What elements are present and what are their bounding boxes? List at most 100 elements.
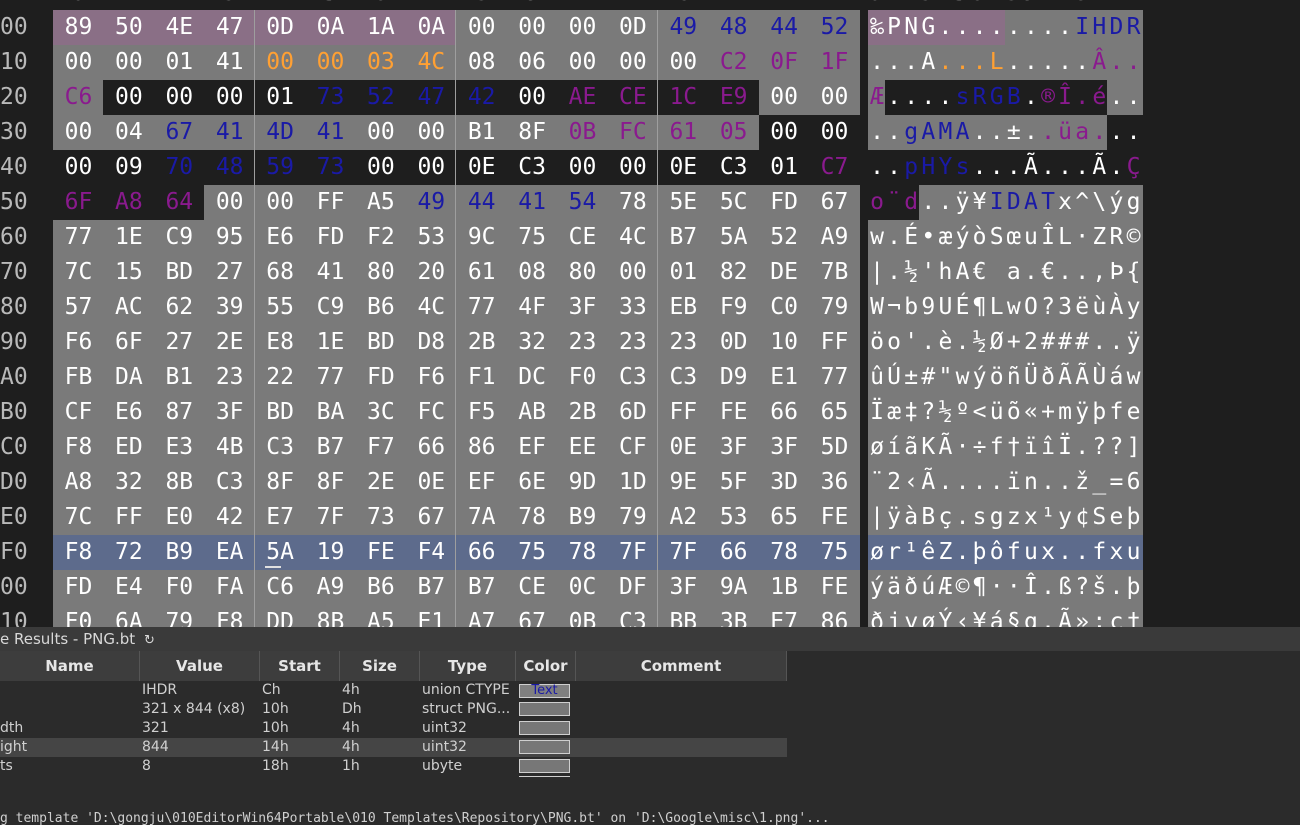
hex-byte[interactable]: EA — [204, 535, 256, 570]
ascii-char[interactable]: € — [1039, 255, 1057, 290]
ascii-char[interactable]: ? — [919, 395, 938, 430]
ascii-char[interactable]: . — [1073, 535, 1092, 570]
ascii-char[interactable]: . — [953, 465, 972, 500]
hex-byte[interactable]: C3 — [204, 465, 256, 500]
column-header-name[interactable]: Name — [0, 651, 140, 681]
hex-byte[interactable]: 78 — [557, 535, 608, 570]
hex-byte[interactable]: 3C — [355, 395, 407, 430]
ascii-char[interactable]: ò — [970, 220, 989, 255]
hex-byte[interactable]: FF — [657, 395, 709, 430]
hex-byte[interactable]: 00 — [657, 45, 709, 80]
hex-byte[interactable]: BD — [355, 325, 407, 360]
hex-byte[interactable]: 3F — [204, 395, 256, 430]
hex-byte[interactable]: C2 — [708, 45, 760, 80]
ascii-char[interactable]: Ï — [1056, 430, 1075, 465]
ascii-char[interactable]: † — [1124, 605, 1143, 627]
hex-byte[interactable]: C9 — [153, 220, 205, 255]
hex-byte[interactable]: 54 — [557, 185, 608, 220]
ascii-char[interactable]: . — [1056, 535, 1075, 570]
hex-byte[interactable]: 00 — [53, 45, 104, 80]
ascii-char[interactable]: . — [1039, 150, 1057, 185]
ascii-char[interactable]: ý — [953, 220, 972, 255]
hex-byte[interactable]: A8 — [103, 185, 155, 220]
hex-byte[interactable]: 05 — [708, 115, 760, 150]
hex-byte[interactable]: 52 — [758, 220, 810, 255]
hex-byte[interactable]: C3 — [657, 360, 709, 395]
ascii-char[interactable]: . — [1073, 430, 1092, 465]
hex-byte[interactable]: 73 — [355, 500, 407, 535]
ascii-char[interactable]: . — [953, 500, 972, 535]
ascii-char[interactable]: • — [919, 220, 938, 255]
ascii-char[interactable]: . — [1090, 115, 1109, 150]
ascii-char[interactable]: R — [970, 80, 989, 115]
hex-byte[interactable]: 22 — [254, 360, 306, 395]
hex-byte[interactable]: BD — [254, 395, 306, 430]
hex-byte[interactable]: EF — [456, 465, 508, 500]
ascii-char[interactable]: . — [1039, 10, 1057, 45]
ascii-char[interactable]: . — [936, 45, 955, 80]
hex-byte[interactable]: 32 — [103, 465, 155, 500]
hex-byte[interactable]: 00 — [809, 80, 860, 115]
ascii-char[interactable]: Ã — [1073, 360, 1092, 395]
hex-byte[interactable]: 00 — [355, 150, 407, 185]
hex-byte[interactable]: F0 — [53, 605, 104, 627]
hex-byte[interactable]: 44 — [456, 185, 508, 220]
hex-byte[interactable]: 00 — [607, 45, 659, 80]
hex-byte[interactable]: 04 — [103, 115, 155, 150]
hex-byte[interactable]: DC — [506, 360, 558, 395]
hex-byte[interactable]: 48 — [204, 150, 256, 185]
ascii-char[interactable]: # — [919, 360, 938, 395]
ascii-char[interactable]: j — [885, 605, 904, 627]
ascii-char[interactable]: ‡ — [902, 395, 921, 430]
hex-byte[interactable]: 49 — [405, 185, 457, 220]
hex-byte[interactable]: 00 — [254, 45, 306, 80]
column-header-color[interactable]: Color — [516, 651, 576, 681]
ascii-char[interactable]: . — [1107, 570, 1126, 605]
ascii-char[interactable]: a — [1073, 115, 1092, 150]
ascii-char[interactable]: þ — [1124, 500, 1143, 535]
hex-byte[interactable]: C6 — [254, 570, 306, 605]
ascii-char[interactable]: . — [970, 10, 989, 45]
ascii-char[interactable]: d — [902, 185, 921, 220]
ascii-char[interactable]: u — [1021, 220, 1040, 255]
ascii-char[interactable]: ¹ — [1039, 500, 1057, 535]
hex-byte[interactable]: 53 — [708, 500, 760, 535]
ascii-char[interactable]: . — [1107, 325, 1126, 360]
hex-byte[interactable]: 7A — [456, 500, 508, 535]
ascii-char[interactable]: S — [987, 220, 1006, 255]
ascii-char[interactable]: ¥ — [970, 605, 989, 627]
hex-byte[interactable]: 77 — [456, 290, 508, 325]
ascii-char[interactable]: ? — [1073, 570, 1092, 605]
hex-byte[interactable]: 00 — [305, 45, 356, 80]
hex-byte[interactable]: 01 — [254, 80, 306, 115]
hex-byte[interactable]: F6 — [53, 325, 104, 360]
ascii-char[interactable]: ï — [1021, 430, 1040, 465]
hex-byte[interactable]: 47 — [405, 80, 457, 115]
ascii-char[interactable]: 9 — [919, 290, 938, 325]
hex-byte[interactable]: BA — [305, 395, 356, 430]
ascii-char[interactable]: < — [970, 395, 989, 430]
ascii-char[interactable]: É — [902, 220, 921, 255]
hex-byte[interactable]: 75 — [506, 220, 558, 255]
hex-byte[interactable]: 23 — [607, 325, 659, 360]
ascii-char[interactable]: # — [1073, 325, 1092, 360]
ascii-char[interactable]: Ü — [1021, 360, 1040, 395]
hex-byte[interactable]: 00 — [456, 10, 508, 45]
hex-byte[interactable]: E9 — [708, 80, 760, 115]
hex-byte[interactable]: 00 — [758, 80, 810, 115]
hex-byte[interactable]: 00 — [506, 80, 558, 115]
hex-byte[interactable]: 6E — [506, 465, 558, 500]
ascii-char[interactable]: ß — [1056, 570, 1075, 605]
ascii-char[interactable]: õ — [1004, 395, 1023, 430]
column-header-value[interactable]: Value — [140, 651, 260, 681]
ascii-char[interactable]: Ã — [936, 430, 955, 465]
hex-byte[interactable]: 00 — [607, 255, 659, 290]
ascii-char[interactable]: . — [1021, 255, 1040, 290]
ascii-char[interactable]: . — [1056, 10, 1075, 45]
hex-byte[interactable]: 4C — [607, 220, 659, 255]
hex-byte[interactable]: 64 — [153, 185, 205, 220]
hex-byte[interactable]: 2E — [355, 465, 407, 500]
ascii-char[interactable]: ± — [1004, 115, 1023, 150]
template-results-table[interactable]: Name Value Start Size Type Color Comment… — [0, 651, 1300, 806]
hex-byte[interactable]: 3F — [708, 430, 760, 465]
